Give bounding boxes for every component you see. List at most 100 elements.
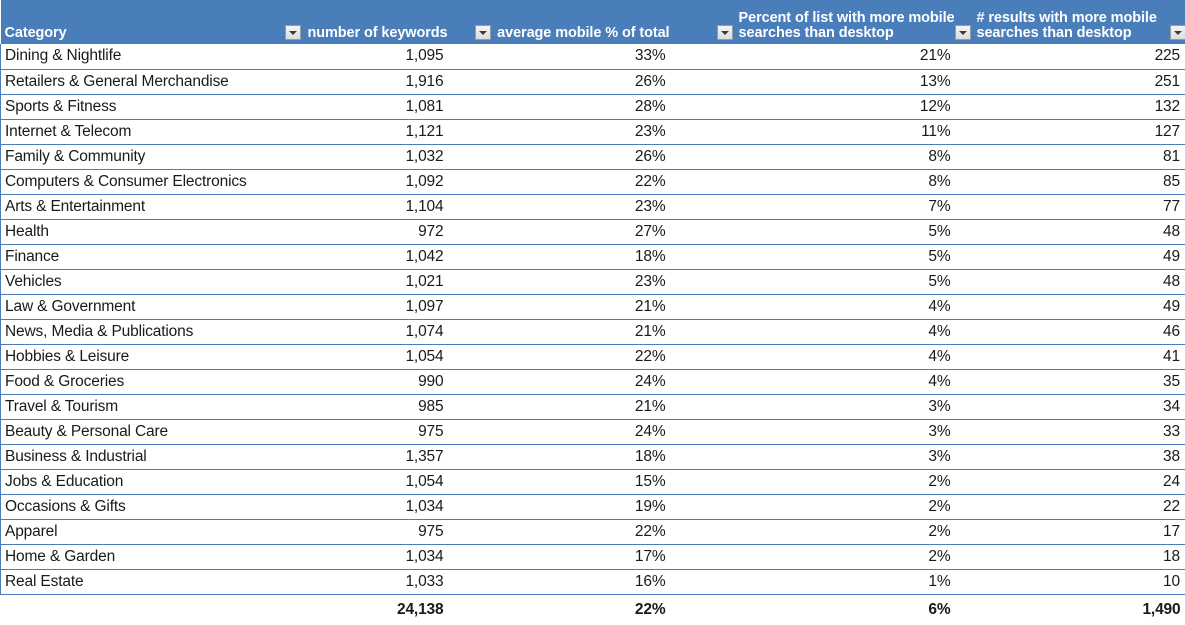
cell-percent-of-list-more-mobile[interactable]: 7%	[670, 194, 955, 219]
cell-average-mobile-percent[interactable]: 21%	[448, 394, 670, 419]
cell-number-of-keywords[interactable]: 1,092	[273, 169, 448, 194]
cell-average-mobile-percent[interactable]: 15%	[448, 469, 670, 494]
cell-number-of-keywords[interactable]: 1,042	[273, 244, 448, 269]
cell-number-of-keywords[interactable]: 1,916	[273, 69, 448, 94]
cell-number-of-keywords[interactable]: 1,104	[273, 194, 448, 219]
table-row[interactable]: Business & Industrial1,35718%3%38	[1, 444, 1185, 469]
cell-category[interactable]: Food & Groceries	[1, 369, 273, 394]
cell-category[interactable]: Sports & Fitness	[1, 94, 273, 119]
cell-percent-of-list-more-mobile[interactable]: 11%	[670, 119, 955, 144]
table-row[interactable]: Family & Community1,03226%8%81	[1, 144, 1185, 169]
cell-results-more-mobile[interactable]: 38	[955, 444, 1185, 469]
table-row[interactable]: Vehicles1,02123%5%48	[1, 269, 1185, 294]
cell-number-of-keywords[interactable]: 975	[273, 519, 448, 544]
cell-category[interactable]: Finance	[1, 244, 273, 269]
cell-results-more-mobile[interactable]: 49	[955, 244, 1185, 269]
cell-percent-of-list-more-mobile[interactable]: 4%	[670, 294, 955, 319]
filter-dropdown-icon[interactable]	[285, 25, 301, 40]
table-row[interactable]: Food & Groceries99024%4%35	[1, 369, 1185, 394]
cell-percent-of-list-more-mobile[interactable]: 5%	[670, 219, 955, 244]
cell-results-more-mobile[interactable]: 34	[955, 394, 1185, 419]
cell-average-mobile-percent[interactable]: 21%	[448, 294, 670, 319]
table-row[interactable]: Home & Garden1,03417%2%18	[1, 544, 1185, 569]
column-header-percent-of-list-more-mobile[interactable]: Percent of list with more mobile searche…	[670, 0, 955, 44]
cell-percent-of-list-more-mobile[interactable]: 4%	[670, 319, 955, 344]
cell-number-of-keywords[interactable]: 1,081	[273, 94, 448, 119]
cell-results-more-mobile[interactable]: 251	[955, 69, 1185, 94]
column-header-number-of-keywords[interactable]: number of keywords	[273, 0, 448, 44]
cell-category[interactable]: Jobs & Education	[1, 469, 273, 494]
cell-number-of-keywords[interactable]: 1,032	[273, 144, 448, 169]
cell-average-mobile-percent[interactable]: 18%	[448, 444, 670, 469]
table-row[interactable]: Travel & Tourism98521%3%34	[1, 394, 1185, 419]
cell-results-more-mobile[interactable]: 17	[955, 519, 1185, 544]
cell-percent-of-list-more-mobile[interactable]: 5%	[670, 269, 955, 294]
cell-category[interactable]: Travel & Tourism	[1, 394, 273, 419]
cell-results-more-mobile[interactable]: 48	[955, 219, 1185, 244]
cell-percent-of-list-more-mobile[interactable]: 8%	[670, 144, 955, 169]
cell-average-mobile-percent[interactable]: 24%	[448, 419, 670, 444]
cell-number-of-keywords[interactable]: 985	[273, 394, 448, 419]
cell-category[interactable]: Business & Industrial	[1, 444, 273, 469]
filter-dropdown-icon[interactable]	[717, 25, 733, 40]
cell-percent-of-list-more-mobile[interactable]: 3%	[670, 444, 955, 469]
cell-percent-of-list-more-mobile[interactable]: 3%	[670, 419, 955, 444]
table-row[interactable]: News, Media & Publications1,07421%4%46	[1, 319, 1185, 344]
cell-results-more-mobile[interactable]: 127	[955, 119, 1185, 144]
table-row[interactable]: Arts & Entertainment1,10423%7%77	[1, 194, 1185, 219]
column-header-results-more-mobile[interactable]: # results with more mobile searches than…	[955, 0, 1185, 44]
cell-number-of-keywords[interactable]: 975	[273, 419, 448, 444]
total-cell-number-of-keywords[interactable]: 24,138	[273, 594, 448, 625]
cell-percent-of-list-more-mobile[interactable]: 2%	[670, 469, 955, 494]
cell-percent-of-list-more-mobile[interactable]: 13%	[670, 69, 955, 94]
cell-number-of-keywords[interactable]: 1,095	[273, 44, 448, 69]
cell-category[interactable]: Apparel	[1, 519, 273, 544]
cell-category[interactable]: Retailers & General Merchandise	[1, 69, 273, 94]
cell-average-mobile-percent[interactable]: 26%	[448, 144, 670, 169]
cell-average-mobile-percent[interactable]: 17%	[448, 544, 670, 569]
cell-number-of-keywords[interactable]: 1,097	[273, 294, 448, 319]
cell-number-of-keywords[interactable]: 1,034	[273, 494, 448, 519]
cell-category[interactable]: Vehicles	[1, 269, 273, 294]
cell-results-more-mobile[interactable]: 49	[955, 294, 1185, 319]
cell-percent-of-list-more-mobile[interactable]: 1%	[670, 569, 955, 594]
cell-average-mobile-percent[interactable]: 16%	[448, 569, 670, 594]
cell-category[interactable]: Real Estate	[1, 569, 273, 594]
cell-percent-of-list-more-mobile[interactable]: 2%	[670, 519, 955, 544]
table-total-row[interactable]: 24,13822%6%1,490	[1, 594, 1185, 625]
table-row[interactable]: Finance1,04218%5%49	[1, 244, 1185, 269]
cell-results-more-mobile[interactable]: 225	[955, 44, 1185, 69]
cell-results-more-mobile[interactable]: 85	[955, 169, 1185, 194]
cell-results-more-mobile[interactable]: 18	[955, 544, 1185, 569]
cell-average-mobile-percent[interactable]: 24%	[448, 369, 670, 394]
cell-results-more-mobile[interactable]: 132	[955, 94, 1185, 119]
cell-percent-of-list-more-mobile[interactable]: 2%	[670, 494, 955, 519]
cell-category[interactable]: Occasions & Gifts	[1, 494, 273, 519]
cell-results-more-mobile[interactable]: 24	[955, 469, 1185, 494]
cell-average-mobile-percent[interactable]: 22%	[448, 344, 670, 369]
table-row[interactable]: Law & Government1,09721%4%49	[1, 294, 1185, 319]
total-cell-results-more-mobile[interactable]: 1,490	[955, 594, 1185, 625]
cell-results-more-mobile[interactable]: 10	[955, 569, 1185, 594]
cell-results-more-mobile[interactable]: 81	[955, 144, 1185, 169]
cell-category[interactable]: News, Media & Publications	[1, 319, 273, 344]
cell-results-more-mobile[interactable]: 41	[955, 344, 1185, 369]
cell-percent-of-list-more-mobile[interactable]: 8%	[670, 169, 955, 194]
cell-number-of-keywords[interactable]: 972	[273, 219, 448, 244]
cell-category[interactable]: Beauty & Personal Care	[1, 419, 273, 444]
table-row[interactable]: Sports & Fitness1,08128%12%132	[1, 94, 1185, 119]
cell-results-more-mobile[interactable]: 48	[955, 269, 1185, 294]
table-row[interactable]: Occasions & Gifts1,03419%2%22	[1, 494, 1185, 519]
cell-number-of-keywords[interactable]: 990	[273, 369, 448, 394]
cell-number-of-keywords[interactable]: 1,074	[273, 319, 448, 344]
table-row[interactable]: Apparel97522%2%17	[1, 519, 1185, 544]
table-row[interactable]: Jobs & Education1,05415%2%24	[1, 469, 1185, 494]
cell-number-of-keywords[interactable]: 1,021	[273, 269, 448, 294]
table-row[interactable]: Dining & Nightlife1,09533%21%225	[1, 44, 1185, 69]
cell-results-more-mobile[interactable]: 33	[955, 419, 1185, 444]
filter-dropdown-icon[interactable]	[1170, 25, 1185, 40]
cell-results-more-mobile[interactable]: 35	[955, 369, 1185, 394]
cell-percent-of-list-more-mobile[interactable]: 5%	[670, 244, 955, 269]
cell-percent-of-list-more-mobile[interactable]: 2%	[670, 544, 955, 569]
cell-number-of-keywords[interactable]: 1,054	[273, 469, 448, 494]
